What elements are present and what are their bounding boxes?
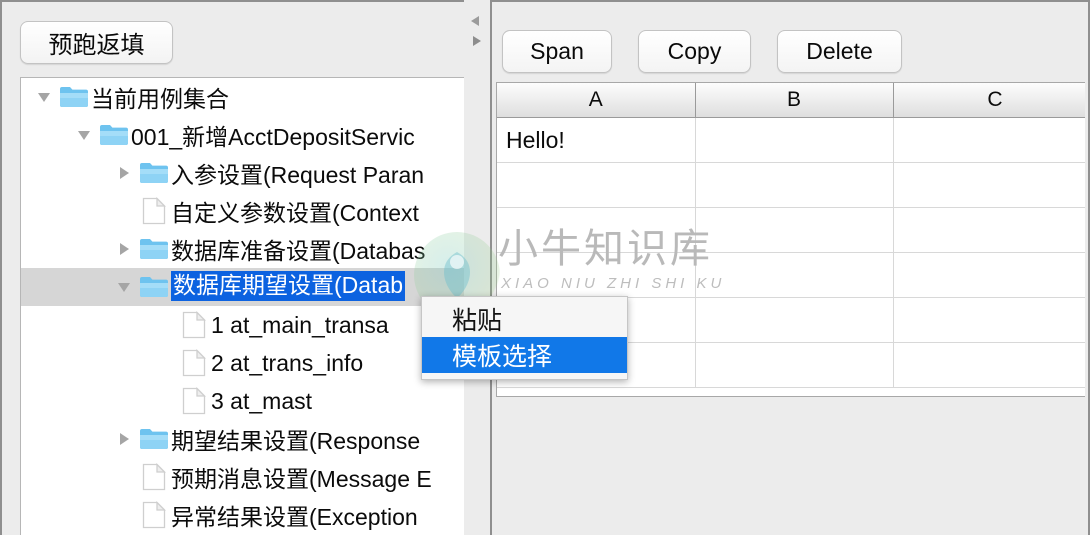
cell-B1[interactable] [695, 117, 894, 163]
tree-item-label: 3 at_mast [211, 387, 312, 414]
cell-B2[interactable] [695, 162, 894, 208]
tree-item-label: 自定义参数设置(Context [171, 200, 419, 226]
cell-C2[interactable] [893, 162, 1085, 208]
case-tree-panel: 当前用例集合 001_新增AcctDepositServic 入参设置(Reques… [20, 77, 484, 535]
folder-icon [137, 275, 171, 299]
tree-item-5[interactable]: 数据库期望设置(Datab [21, 268, 473, 306]
cell-C6[interactable] [893, 342, 1085, 388]
triangle-right-icon[interactable] [468, 33, 484, 49]
tree-item-label: 001_新增AcctDepositServic [131, 124, 415, 150]
cell-A3[interactable] [497, 207, 696, 253]
chevron-right-icon[interactable] [111, 164, 137, 182]
tree-item-label: 数据库准备设置(Databas [171, 238, 426, 264]
tree-item-label: 预期消息设置(Message E [171, 466, 432, 492]
cell-B3[interactable] [695, 207, 894, 253]
tree-item-11[interactable]: 异常结果设置(Exception [21, 496, 473, 534]
tree-item-label: 数据库期望设置(Datab [171, 271, 406, 301]
cell-C1[interactable] [893, 117, 1085, 163]
triangle-left-icon[interactable] [468, 13, 484, 29]
cell-C5[interactable] [893, 297, 1085, 343]
tree-item-9[interactable]: 期望结果设置(Response [21, 420, 473, 458]
panel-splitter[interactable] [464, 0, 490, 535]
tree-item-0[interactable]: 当前用例集合 [21, 78, 473, 116]
tree-item-6[interactable]: 1 at_main_transa [21, 306, 473, 344]
table-header-row: ABC [497, 83, 1085, 118]
cell-A4[interactable] [497, 252, 696, 298]
context-menu-item-1[interactable]: 模板选择 [422, 337, 627, 373]
cell-C3[interactable] [893, 207, 1085, 253]
chevron-down-icon[interactable] [31, 88, 57, 106]
tree-item-label: 异常结果设置(Exception [171, 504, 418, 530]
cell-B5[interactable] [695, 297, 894, 343]
prefill-button[interactable]: 预跑返填 [20, 21, 173, 64]
tree-item-label: 当前用例集合 [91, 86, 229, 112]
folder-icon [137, 427, 171, 451]
tree-item-4[interactable]: 数据库准备设置(Databas [21, 230, 473, 268]
span-button[interactable]: Span [502, 30, 612, 73]
table-row[interactable] [497, 207, 1085, 253]
delete-button[interactable]: Delete [777, 30, 902, 73]
cell-B4[interactable] [695, 252, 894, 298]
folder-icon [137, 161, 171, 185]
chevron-right-icon[interactable] [111, 430, 137, 448]
file-icon [177, 387, 211, 415]
file-icon [137, 463, 171, 491]
cell-B6[interactable] [695, 342, 894, 388]
tree-item-label: 期望结果设置(Response [171, 428, 421, 454]
tree-item-10[interactable]: 预期消息设置(Message E [21, 458, 473, 496]
folder-icon [137, 237, 171, 261]
table-row[interactable]: Hello! [497, 117, 1085, 163]
tree-item-8[interactable]: 3 at_mast [21, 382, 473, 420]
file-icon [137, 197, 171, 225]
tree-item-2[interactable]: 入参设置(Request Paran [21, 154, 473, 192]
chevron-down-icon[interactable] [71, 126, 97, 144]
column-header-c[interactable]: C [893, 83, 1085, 118]
folder-icon [97, 123, 131, 147]
cell-C4[interactable] [893, 252, 1085, 298]
tree-item-7[interactable]: 2 at_trans_info [21, 344, 473, 382]
cell-A2[interactable] [497, 162, 696, 208]
file-icon [177, 349, 211, 377]
table-row[interactable] [497, 252, 1085, 298]
tree-item-3[interactable]: 自定义参数设置(Context [21, 192, 473, 230]
application-window: 预跑返填 当前用例集合 001_新增AcctDepositServic 入参设置(R… [0, 0, 1090, 535]
column-header-a[interactable]: A [497, 83, 696, 118]
context-menu-item-0[interactable]: 粘贴 [422, 301, 627, 337]
sheet-toolbar: Span Copy Delete [492, 10, 1088, 73]
tree-item-label: 2 at_trans_info [211, 349, 364, 376]
chevron-down-icon[interactable] [111, 278, 137, 296]
left-panel: 预跑返填 当前用例集合 001_新增AcctDepositServic 入参设置(R… [0, 0, 484, 535]
file-icon [137, 501, 171, 529]
copy-button[interactable]: Copy [638, 30, 751, 73]
chevron-right-icon[interactable] [111, 240, 137, 258]
cell-A1[interactable]: Hello! [497, 117, 696, 163]
tree-item-1[interactable]: 001_新增AcctDepositServic [21, 116, 473, 154]
case-tree[interactable]: 当前用例集合 001_新增AcctDepositServic 入参设置(Reques… [21, 78, 473, 535]
column-header-b[interactable]: B [695, 83, 894, 118]
tree-item-label: 1 at_main_transa [211, 311, 389, 338]
folder-icon [57, 85, 91, 109]
right-panel: Span Copy Delete ABC Hello! [490, 0, 1090, 535]
tree-item-label: 入参设置(Request Paran [171, 162, 425, 188]
table-row[interactable] [497, 162, 1085, 208]
context-menu[interactable]: 粘贴 模板选择 [421, 296, 628, 380]
file-icon [177, 311, 211, 339]
